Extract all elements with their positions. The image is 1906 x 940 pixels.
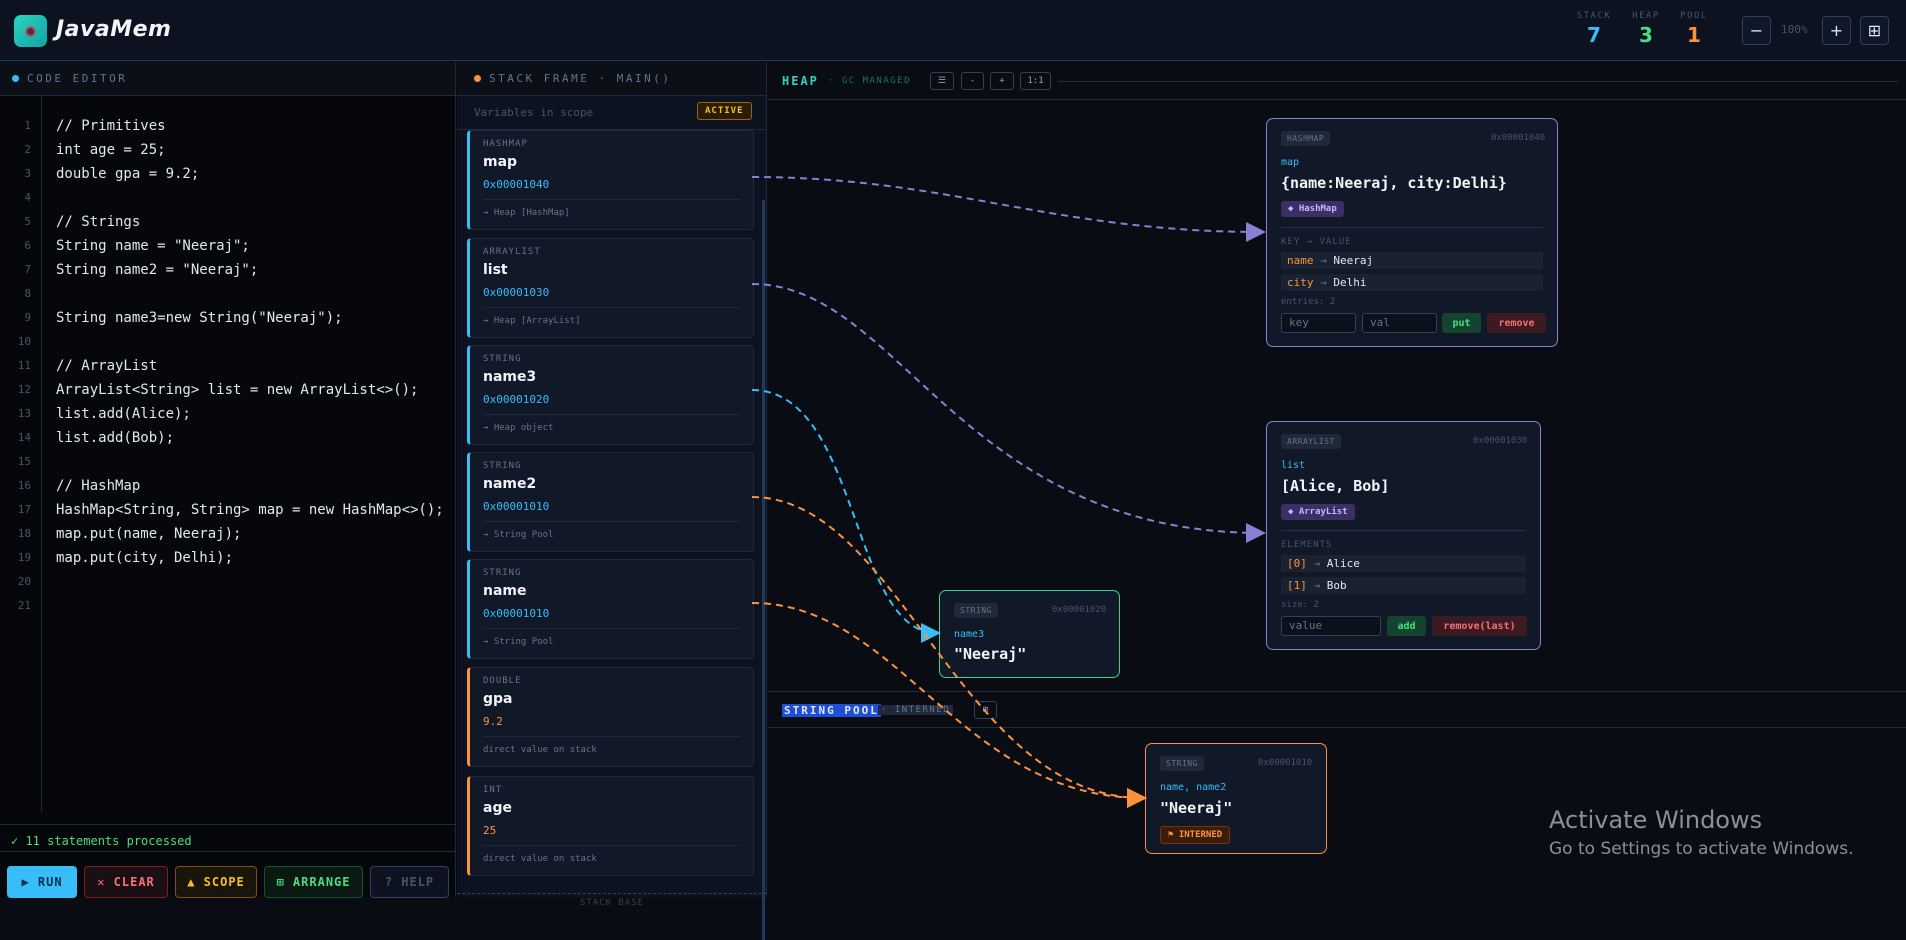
stack-dot-icon [474, 75, 481, 82]
heap-zoom-in-button[interactable]: + [990, 72, 1014, 90]
list-add-button[interactable]: add [1387, 616, 1426, 636]
stack-var-name2[interactable]: STRING name2 0x00001010 → String Pool [467, 452, 754, 552]
list-element: [1] → Bob [1281, 577, 1526, 594]
heap-subtitle: · GC MANAGED [828, 76, 912, 86]
stack-scrollbar[interactable] [762, 200, 765, 940]
list-value-input[interactable]: value [1281, 616, 1381, 636]
stack-var-name[interactable]: STRING name 0x00001010 → String Pool [467, 559, 754, 659]
heap-header: HEAP · GC MANAGED ☰ - + 1:1 [768, 62, 1906, 100]
code-line: HashMap<String, String> map = new HashMa… [56, 502, 444, 518]
map-entry: city → Delhi [1281, 274, 1543, 291]
pool-layout-button[interactable]: ⊞ [974, 701, 997, 719]
fit-view-button[interactable]: ⊞ [1860, 16, 1889, 45]
code-line: String name3=new String("Neeraj"); [56, 310, 343, 326]
heap-string-object[interactable]: STRING 0x00001020 name3 "Neeraj" [939, 590, 1120, 678]
pool-count: POOL 1 [1680, 11, 1708, 47]
code-textarea[interactable]: // Primitives int age = 25; double gpa =… [56, 114, 446, 570]
code-line: map.put(name, Neeraj); [56, 526, 242, 542]
active-badge: ACTIVE [697, 102, 752, 120]
map-put-button[interactable]: put [1442, 313, 1481, 333]
heap-title: HEAP [782, 74, 819, 88]
heap-zoom-out-button[interactable]: - [961, 72, 984, 90]
top-bar: JavaMem STACK 7 HEAP 3 POOL 1 − 100% + ⊞ [0, 0, 1906, 61]
logo-icon [25, 25, 36, 37]
run-button[interactable]: ▶ RUN [7, 866, 77, 898]
code-line: int age = 25; [56, 142, 166, 158]
code-line: map.put(city, Delhi); [56, 550, 234, 566]
pool-title: STRING POOL [782, 704, 881, 717]
heap-arraylist-object[interactable]: ARRAYLIST 0x00001030 list [Alice, Bob] ◆… [1266, 421, 1541, 650]
interned-badge: ⚑ INTERNED [1160, 826, 1231, 844]
map-value-input[interactable]: val [1362, 313, 1437, 333]
code-line: list.add(Bob); [56, 430, 175, 446]
heap-count: HEAP 3 [1632, 11, 1660, 47]
code-line: // Strings [56, 214, 141, 230]
editor-title: CODE EDITOR [27, 72, 128, 85]
stack-header: STACK FRAME · MAIN() [457, 62, 766, 96]
code-line: String name2 = "Neeraj"; [56, 262, 259, 278]
status-dot-icon [12, 75, 19, 82]
stack-var-gpa[interactable]: DOUBLE gpa 9.2 direct value on stack [467, 667, 754, 767]
code-line: double gpa = 9.2; [56, 166, 200, 182]
stack-count: STACK 7 [1576, 11, 1612, 47]
zoom-in-button[interactable]: + [1822, 16, 1851, 45]
stack-var-age[interactable]: INT age 25 direct value on stack [467, 776, 754, 876]
code-line: list.add(Alice); [56, 406, 191, 422]
pool-string-object[interactable]: STRING 0x00001010 name, name2 "Neeraj" ⚑… [1145, 743, 1327, 854]
code-line: ArrayList<String> list = new ArrayList<>… [56, 382, 419, 398]
stack-base-label: STACK BASE [457, 893, 767, 908]
map-key-input[interactable]: key [1281, 313, 1356, 333]
clear-button[interactable]: ✕ CLEAR [84, 866, 168, 898]
heap-list-button[interactable]: ☰ [930, 72, 954, 90]
code-line: String name = "Neeraj"; [56, 238, 250, 254]
status-line: ✓ 11 statements processed [0, 824, 456, 852]
zoom-out-button[interactable]: − [1742, 16, 1771, 45]
string-pool-header: STRING POOL · INTERNED ⊞ [768, 691, 1906, 728]
code-line: // HashMap [56, 478, 141, 494]
map-remove-button[interactable]: remove [1487, 313, 1546, 333]
code-line: // ArrayList [56, 358, 158, 374]
pool-subtitle: · INTERNED [878, 705, 954, 715]
stack-frame-panel: STACK FRAME · MAIN() Variables in scope … [457, 62, 767, 940]
stack-var-name3[interactable]: STRING name3 0x00001020 → Heap object [467, 345, 754, 445]
line-gutter: 1 2 3 4 5 6 7 8 9 10 11 12 13 14 15 16 1… [0, 96, 42, 812]
watermark-subtitle: Go to Settings to activate Windows. [1549, 839, 1854, 859]
app-logo [14, 15, 47, 47]
scope-button[interactable]: ▲ SCOPE [175, 866, 257, 898]
stack-var-map[interactable]: HASHMAP map 0x00001040 → Heap [HashMap] [467, 130, 754, 230]
watermark-title: Activate Windows [1549, 806, 1763, 834]
help-button[interactable]: ? HELP [370, 866, 449, 898]
zoom-level: 100% [1781, 23, 1808, 36]
code-line: // Primitives [56, 118, 166, 134]
list-remove-button[interactable]: remove(last) [1432, 616, 1527, 636]
code-editor-panel: CODE EDITOR 1 2 3 4 5 6 7 8 9 10 11 12 1… [0, 62, 456, 898]
heap-hashmap-object[interactable]: HASHMAP 0x00001040 map {name:Neeraj, cit… [1266, 118, 1558, 347]
arrange-button[interactable]: ⊞ ARRANGE [264, 866, 363, 898]
heap-reset-button[interactable]: 1:1 [1020, 72, 1051, 90]
list-element: [0] → Alice [1281, 555, 1526, 572]
map-entry: name → Neeraj [1281, 252, 1543, 269]
app-title: JavaMem [56, 17, 172, 42]
heap-panel: HEAP · GC MANAGED ☰ - + 1:1 HASHMAP 0x00… [768, 62, 1906, 897]
editor-header: CODE EDITOR [0, 62, 455, 96]
stack-title: STACK FRAME · MAIN() [489, 72, 672, 85]
stack-var-list[interactable]: ARRAYLIST list 0x00001030 → Heap [ArrayL… [467, 238, 754, 338]
